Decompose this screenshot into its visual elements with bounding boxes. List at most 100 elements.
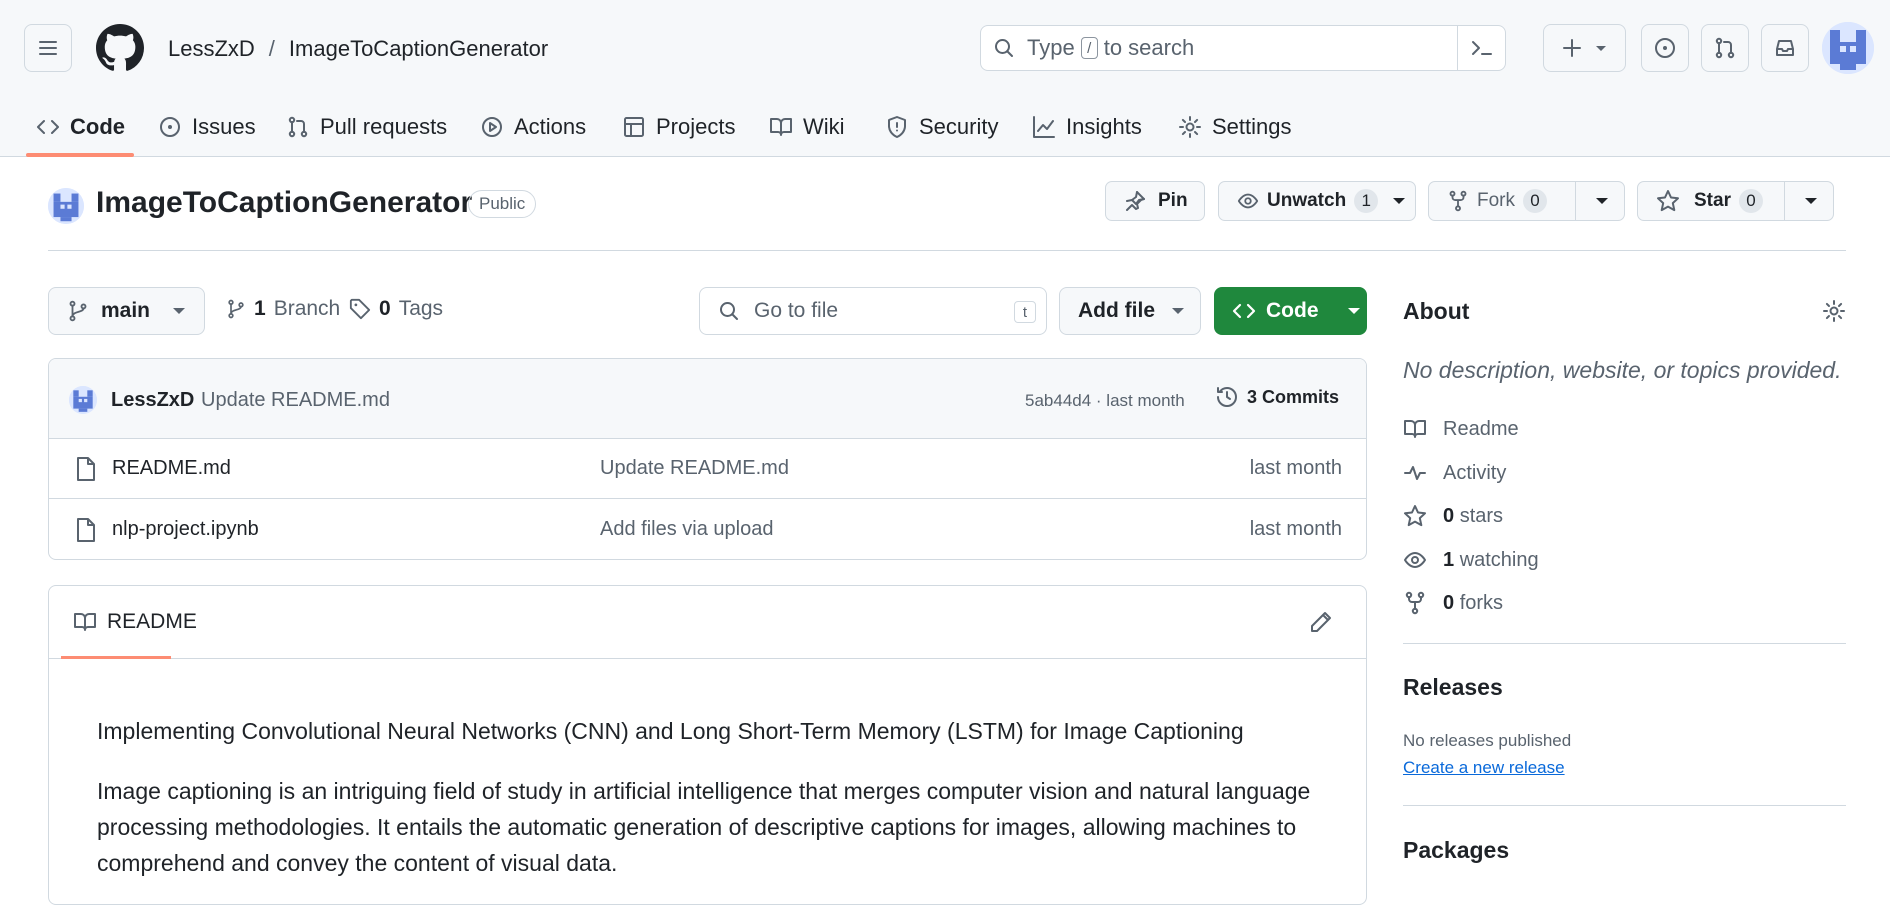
visibility-badge: Public [468, 190, 537, 218]
tab-actions[interactable]: Actions [480, 96, 586, 157]
pull-request-icon [288, 116, 308, 137]
fork-button[interactable]: Fork 0 [1428, 181, 1625, 221]
create-new-button[interactable] [1543, 24, 1626, 72]
commits-link[interactable]: 3 Commits [1215, 385, 1339, 409]
gear-icon[interactable] [1822, 299, 1846, 323]
pencil-icon[interactable] [1309, 610, 1333, 634]
watching-link[interactable]: 1 watching [1403, 548, 1539, 572]
latest-commit-bar: LessZxD Update README.md 5ab44d4 · last … [49, 359, 1366, 439]
repo-header-divider [48, 250, 1846, 251]
breadcrumb-repo[interactable]: ImageToCaptionGenerator [289, 36, 548, 62]
repo-title[interactable]: ImageToCaptionGenerator [96, 186, 472, 220]
pull-requests-button[interactable] [1701, 24, 1749, 72]
breadcrumb-separator: / [268, 36, 275, 61]
releases-heading[interactable]: Releases [1403, 674, 1503, 701]
commit-author[interactable]: LessZxD [111, 389, 194, 412]
file-name[interactable]: README.md [112, 457, 231, 480]
tab-insights-label: Insights [1066, 113, 1142, 139]
branch-name: main [101, 299, 151, 322]
star-icon [1657, 190, 1679, 212]
packages-heading[interactable]: Packages [1403, 837, 1509, 864]
issue-opened-icon [1655, 38, 1675, 58]
commit-hash-time[interactable]: 5ab44d4 · last month [1025, 391, 1185, 411]
table-row[interactable]: README.md Update README.md last month [49, 439, 1366, 499]
readme-tab[interactable]: README [73, 610, 197, 634]
stars-count: 0 [1443, 504, 1455, 527]
forks-link[interactable]: 0 forks [1403, 591, 1503, 615]
graph-icon [1033, 115, 1055, 138]
unwatch-button[interactable]: Unwatch 1 [1218, 181, 1416, 221]
book-icon [74, 613, 96, 631]
fork-label: Fork [1477, 190, 1515, 211]
commit-message[interactable]: Update README.md [201, 389, 390, 412]
chevron-down-icon [1347, 308, 1360, 314]
star-label: Star [1694, 190, 1731, 211]
about-description: No description, website, or topics provi… [1403, 357, 1842, 383]
tab-projects-label: Projects [656, 113, 736, 139]
code-icon [1232, 303, 1256, 319]
no-releases-text: No releases published [1403, 731, 1572, 750]
tags-label: Tags [398, 297, 444, 320]
active-tab-indicator [26, 153, 134, 157]
activity-link[interactable]: Activity [1403, 461, 1506, 485]
tab-pull-requests[interactable]: Pull requests [286, 96, 447, 157]
stars-link[interactable]: 0 stars [1403, 504, 1503, 528]
go-to-file-shortcut: t [1014, 301, 1036, 323]
issues-button[interactable] [1641, 24, 1689, 72]
readme-link[interactable]: Readme [1403, 417, 1519, 441]
avatar-identicon-icon [1822, 22, 1874, 74]
search-icon [720, 302, 738, 320]
tab-security[interactable]: Security [885, 96, 998, 157]
branch-selector[interactable]: main [48, 287, 205, 335]
tab-issues[interactable]: Issues [158, 96, 256, 157]
file-date: last month [1249, 457, 1342, 479]
eye-icon [1237, 193, 1259, 209]
tab-projects[interactable]: Projects [622, 96, 735, 157]
shield-icon [888, 115, 906, 138]
breadcrumb-owner[interactable]: LessZxD [168, 36, 255, 62]
tab-insights[interactable]: Insights [1032, 96, 1142, 157]
file-icon [77, 518, 95, 542]
chevron-down-icon [1172, 308, 1184, 314]
forks-label: forks [1459, 591, 1504, 614]
unwatch-label: Unwatch [1267, 190, 1347, 211]
create-release-link[interactable]: Create a new release [1403, 758, 1565, 778]
inbox-button[interactable] [1761, 24, 1809, 72]
commits-label: 3 Commits [1247, 386, 1340, 407]
play-icon [482, 116, 502, 137]
code-download-button[interactable]: Code [1214, 287, 1367, 335]
pin-button[interactable]: Pin [1105, 181, 1205, 221]
tab-settings[interactable]: Settings [1178, 96, 1292, 157]
add-file-button[interactable]: Add file [1059, 287, 1201, 335]
file-name[interactable]: nlp-project.ipynb [112, 518, 259, 541]
repo-owner-avatar [48, 188, 84, 224]
search-input[interactable]: Type / to search [980, 25, 1506, 71]
file-date: last month [1249, 518, 1342, 540]
go-to-file-input[interactable]: Go to file t [699, 287, 1047, 335]
file-commit-message[interactable]: Add files via upload [600, 518, 773, 541]
tab-wiki[interactable]: Wiki [769, 96, 845, 157]
tags-link[interactable]: 0 Tags [349, 297, 443, 321]
pin-icon [1126, 191, 1145, 211]
sidebar-divider [1403, 805, 1846, 806]
about-heading: About [1403, 298, 1470, 324]
table-row[interactable]: nlp-project.ipynb Add files via upload l… [49, 500, 1366, 559]
tab-code[interactable]: Code [36, 96, 125, 157]
star-button[interactable]: Star 0 [1637, 181, 1834, 221]
user-avatar[interactable] [1822, 22, 1874, 74]
fork-dropdown-chevron-icon[interactable] [1595, 196, 1609, 206]
pin-label: Pin [1158, 190, 1188, 211]
fork-split-divider [1575, 182, 1576, 220]
github-logo-icon[interactable] [96, 24, 144, 72]
star-dropdown-chevron-icon[interactable] [1804, 196, 1818, 206]
command-palette-button[interactable] [1457, 26, 1505, 70]
tab-settings-label: Settings [1212, 113, 1292, 139]
commit-author-avatar[interactable] [69, 386, 97, 414]
file-commit-message[interactable]: Update README.md [600, 457, 789, 480]
branches-link[interactable]: 1 Branch [226, 297, 340, 321]
issue-icon [160, 116, 180, 137]
table-icon [624, 116, 644, 137]
menu-button[interactable] [24, 24, 72, 72]
go-to-file-placeholder: Go to file [754, 299, 839, 322]
star-count: 0 [1738, 189, 1763, 213]
